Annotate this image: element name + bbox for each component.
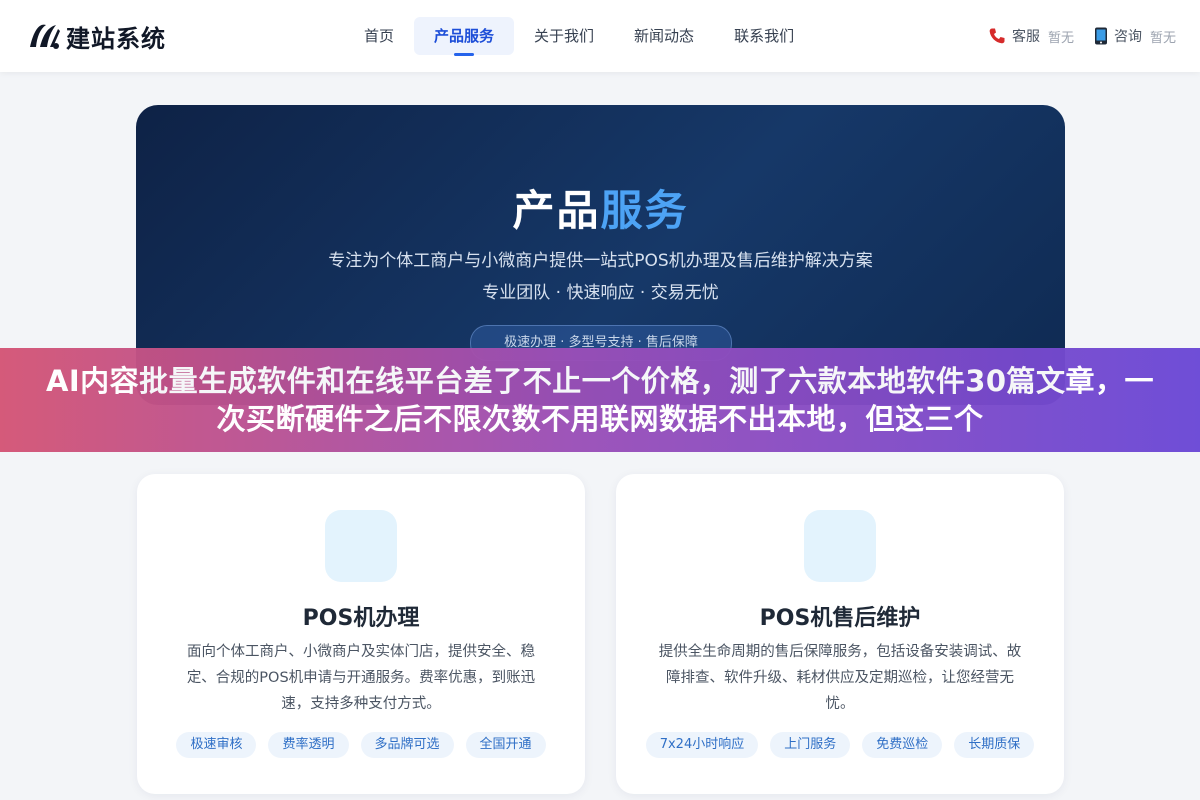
phone-icon: [989, 28, 1005, 44]
card-tag: 免费巡检: [862, 732, 943, 758]
service-card-pos-apply[interactable]: POS机办理 面向个体工商户、小微商户及实体门店，提供安全、稳定、合规的POS机…: [137, 474, 585, 794]
card-icon-placeholder: [804, 510, 876, 582]
site-header: 建站系统 首页 产品服务 关于我们 新闻动态 联系我们 客服 暂无 咨询 暂无: [0, 0, 1200, 72]
card-icon-placeholder: [325, 510, 397, 582]
card-tag: 长期质保: [954, 732, 1035, 758]
nav-item-home[interactable]: 首页: [344, 17, 414, 55]
hero-subtitle-secondary: 专业团队 · 快速响应 · 交易无忧: [482, 283, 719, 303]
mobile-icon: [1095, 27, 1107, 45]
contact-service-label: 客服: [1012, 29, 1040, 45]
main-nav: 首页 产品服务 关于我们 新闻动态 联系我们: [344, 17, 814, 56]
service-card-pos-maintenance[interactable]: POS机售后维护 提供全生命周期的售后保障服务，包括设备安装调试、故障排查、软件…: [616, 474, 1064, 794]
site-logo[interactable]: 建站系统: [26, 19, 166, 53]
nav-item-news[interactable]: 新闻动态: [614, 17, 714, 55]
hero-title: 产品服务: [136, 177, 1065, 238]
contact-service[interactable]: 客服 暂无: [988, 26, 1074, 46]
card-tags: 极速审核 费率透明 多品牌可选 全国开通: [137, 732, 585, 758]
card-tag: 全国开通: [465, 732, 546, 758]
logo-mark-icon: [30, 24, 60, 49]
overlay-ad-banner[interactable]: AI内容批量生成软件和在线平台差了不止一个价格，测了六款本地软件30篇文章，一次…: [0, 348, 1200, 452]
card-tag: 上门服务: [770, 732, 851, 758]
card-title: POS机办理: [302, 606, 420, 631]
contact-consult[interactable]: 咨询 暂无: [1094, 26, 1176, 46]
card-tags: 7x24小时响应 上门服务 免费巡检 长期质保: [616, 732, 1064, 758]
nav-item-contact[interactable]: 联系我们: [714, 17, 814, 55]
card-tag: 极速审核: [176, 732, 257, 758]
hero-title-highlight: 服务: [600, 186, 689, 235]
contact-consult-label: 咨询: [1114, 29, 1142, 45]
card-tag: 费率透明: [268, 732, 349, 758]
nav-item-products[interactable]: 产品服务: [414, 17, 515, 56]
card-description: 提供全生命周期的售后保障服务，包括设备安装调试、故障排查、软件升级、耗材供应及定…: [658, 644, 1022, 712]
card-tag: 7x24小时响应: [645, 732, 759, 758]
card-title: POS机售后维护: [759, 606, 921, 631]
hero-subtitle: 专注为个体工商户与小微商户提供一站式POS机办理及售后维护解决方案: [328, 251, 873, 271]
contact-consult-value: 暂无: [1150, 30, 1177, 46]
overlay-ad-text: AI内容批量生成软件和在线平台差了不止一个价格，测了六款本地软件30篇文章，一次…: [45, 364, 1155, 436]
logo-text: 建站系统: [66, 24, 166, 53]
hero-title-main: 产品: [512, 186, 601, 235]
card-tag: 多品牌可选: [360, 732, 454, 758]
nav-item-about[interactable]: 关于我们: [514, 17, 614, 55]
card-description: 面向个体工商户、小微商户及实体门店，提供安全、稳定、合规的POS机申请与开通服务…: [186, 644, 536, 712]
contact-service-value: 暂无: [1048, 30, 1075, 46]
